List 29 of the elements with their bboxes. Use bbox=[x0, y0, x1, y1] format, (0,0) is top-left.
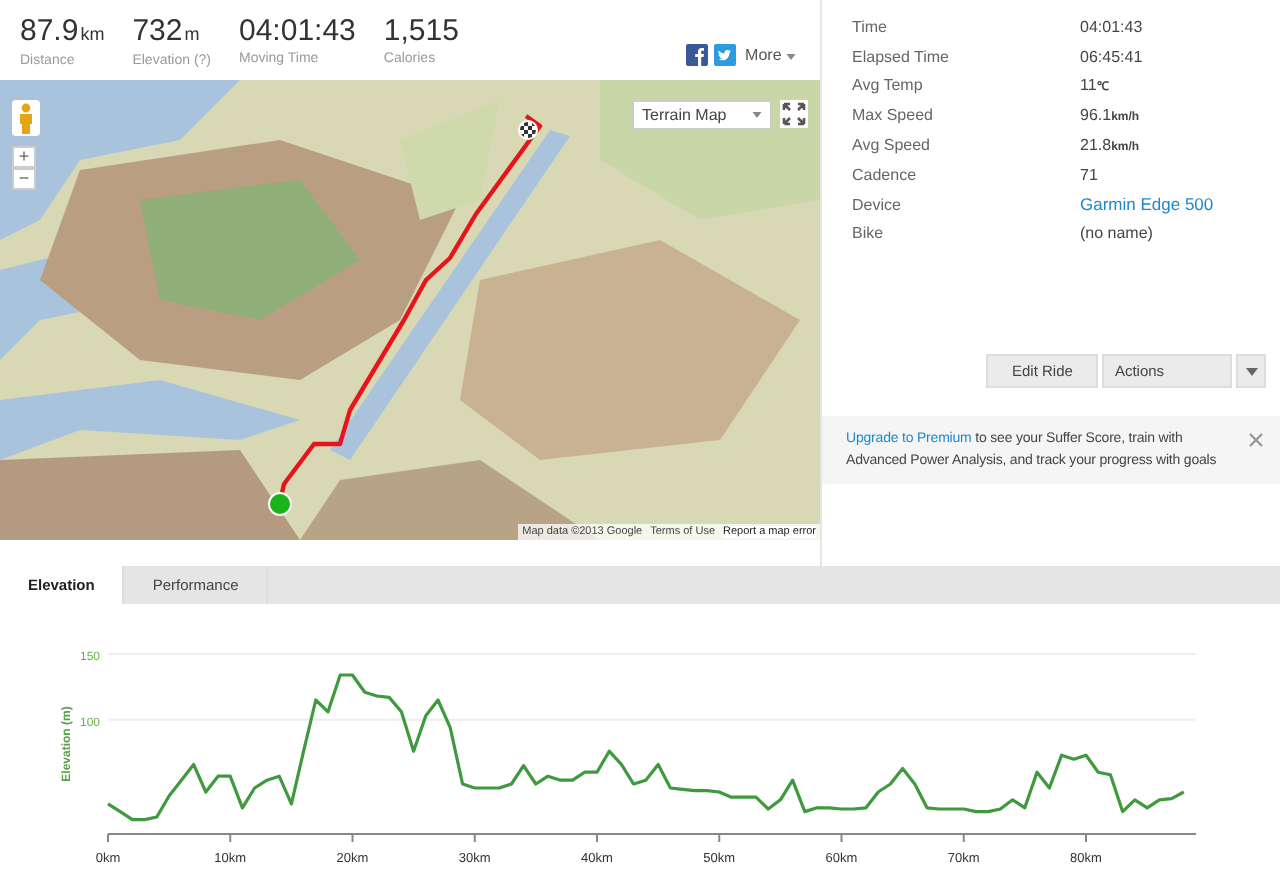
detail-label: Bike bbox=[852, 224, 886, 243]
stat-value: 87.9 km bbox=[20, 16, 105, 50]
stat-value: 1,515 bbox=[383, 16, 459, 48]
caret-icon bbox=[752, 112, 762, 118]
detail-value: 06:45:41 bbox=[1080, 47, 1143, 66]
detail-label: Device bbox=[852, 195, 903, 214]
caret-icon bbox=[786, 54, 796, 60]
zoom-out-button[interactable]: − bbox=[12, 168, 36, 190]
detail-value: 04:01:43 bbox=[1080, 17, 1143, 36]
detail-label: Avg Temp bbox=[852, 76, 925, 95]
facebook-icon[interactable] bbox=[685, 44, 708, 66]
detail-value: 71 bbox=[1080, 165, 1098, 184]
stat-value: 732 m bbox=[132, 16, 202, 50]
detail-label: Avg Speed bbox=[852, 136, 932, 155]
stat-value: 04:01:43 bbox=[239, 16, 356, 48]
detail-label: Max Speed bbox=[852, 106, 935, 125]
more-button[interactable]: More bbox=[741, 46, 796, 64]
close-icon[interactable] bbox=[1248, 432, 1264, 449]
zoom-in-button[interactable]: + bbox=[12, 146, 36, 168]
detail-value: (no name) bbox=[1080, 224, 1153, 243]
detail-label: Time bbox=[852, 17, 889, 36]
detail-label: Cadence bbox=[852, 165, 919, 184]
actions-dropdown-button[interactable] bbox=[1236, 354, 1267, 389]
device-link[interactable]: Garmin Edge 500 bbox=[1080, 194, 1214, 215]
twitter-icon[interactable] bbox=[713, 44, 736, 66]
fullscreen-icon[interactable] bbox=[780, 100, 808, 128]
map-type-dropdown[interactable]: Terrain Map bbox=[632, 100, 772, 130]
caret-icon bbox=[1245, 367, 1258, 376]
detail-label: Elapsed Time bbox=[852, 47, 951, 66]
